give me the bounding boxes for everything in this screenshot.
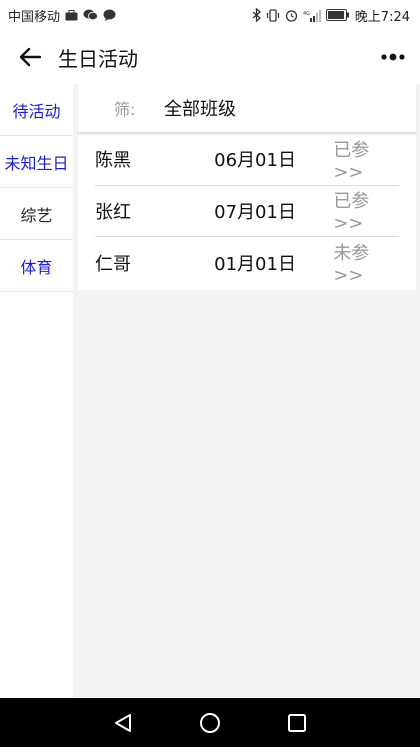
vibrate-icon (266, 8, 280, 22)
sidebar-item-unknown-birthday[interactable]: 未知生日 (0, 136, 73, 188)
list-item[interactable]: 陈黑 06月01日 已参>> (95, 134, 399, 186)
signal-icon: 4G (303, 9, 321, 22)
list-item[interactable]: 张红 07月01日 已参>> (95, 186, 399, 237)
class-filter-select[interactable]: 全部班级 (164, 95, 236, 121)
nav-back-button[interactable] (103, 703, 143, 743)
alarm-icon (285, 9, 298, 22)
birthday-date: 07月01日 (214, 201, 296, 223)
system-nav-bar (0, 698, 420, 747)
status-left: 中国移动 (8, 6, 116, 25)
arrow-left-icon (19, 47, 41, 67)
main-panel: 筛: 全部班级 陈黑 06月01日 已参>> 张红 07月01日 已参>> 仁哥… (78, 84, 416, 290)
list-item[interactable]: 仁哥 01月01日 未参>> (95, 237, 399, 289)
back-button[interactable] (16, 43, 44, 71)
square-recents-icon (287, 713, 306, 732)
participation-link[interactable]: 已参>> (333, 136, 399, 183)
wechat-icon (83, 9, 98, 21)
participation-link[interactable]: 未参>> (333, 239, 399, 286)
clock-label: 晚上7:24 (354, 9, 410, 25)
more-button[interactable] (378, 43, 408, 71)
student-name: 张红 (95, 201, 131, 223)
status-right: 4G 晚上7:24 (252, 6, 410, 25)
sidebar-item-sports[interactable]: 体育 (0, 240, 73, 292)
triangle-back-icon (115, 713, 132, 732)
status-bar: 中国移动 4G 晚上7:24 (0, 0, 420, 30)
nav-home-button[interactable] (190, 703, 230, 743)
nav-recents-button[interactable] (277, 703, 317, 743)
birthday-list: 陈黑 06月01日 已参>> 张红 07月01日 已参>> 仁哥 01月01日 … (78, 134, 416, 289)
sidebar-item-pending[interactable]: 待活动 (0, 84, 73, 136)
briefcase-icon (65, 9, 78, 21)
student-name: 陈黑 (95, 150, 131, 172)
bluetooth-icon (252, 8, 261, 22)
category-sidebar: 待活动 未知生日 综艺 体育 (0, 84, 73, 698)
circle-home-icon (199, 712, 220, 733)
svg-text:4G: 4G (303, 11, 310, 17)
student-name: 仁哥 (95, 253, 131, 275)
carrier-label: 中国移动 (8, 9, 61, 25)
filter-row: 筛: 全部班级 (78, 84, 416, 134)
birthday-date: 06月01日 (214, 150, 296, 172)
participation-link[interactable]: 已参>> (333, 187, 399, 234)
filter-label: 筛: (114, 100, 136, 119)
content-area: 待活动 未知生日 综艺 体育 筛: 全部班级 陈黑 06月01日 已参>> 张红… (0, 84, 420, 698)
page-title: 生日活动 (58, 46, 138, 71)
more-dots-icon (381, 53, 405, 61)
battery-icon (325, 9, 350, 21)
chat-bubble-icon (103, 9, 116, 21)
app-header: 生日活动 (0, 30, 420, 84)
birthday-date: 01月01日 (214, 253, 296, 275)
sidebar-item-variety[interactable]: 综艺 (0, 188, 73, 240)
